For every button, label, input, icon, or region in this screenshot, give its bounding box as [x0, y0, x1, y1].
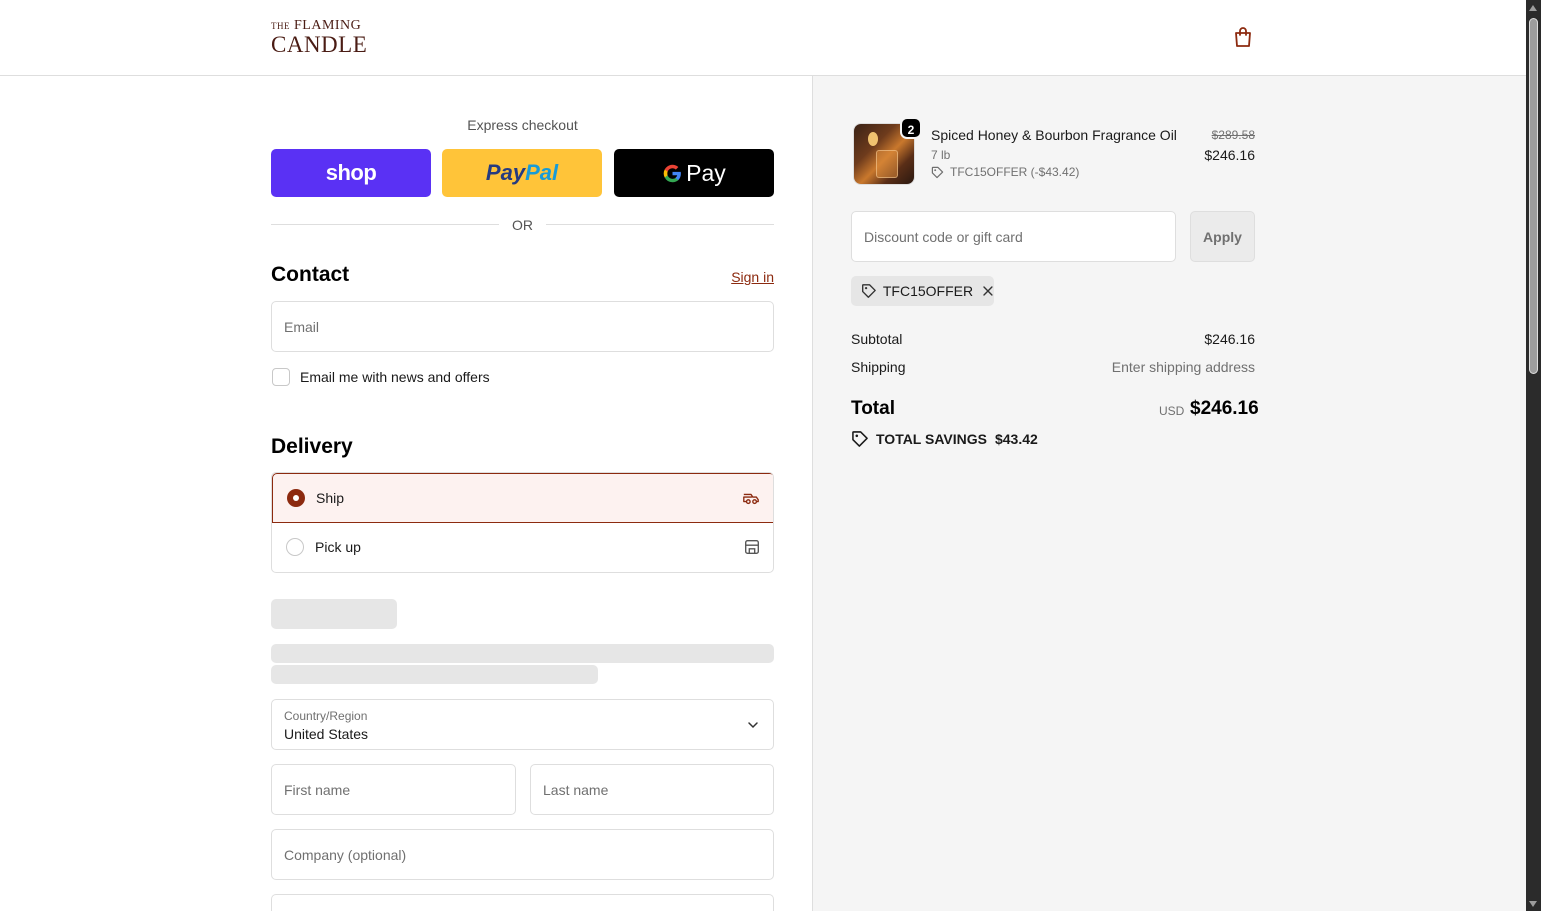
order-summary-panel	[812, 76, 1526, 911]
delivery-method-group: Ship Pick up	[271, 472, 774, 573]
applied-discount-code: TFC15OFFER	[882, 283, 974, 299]
news-offers-label: Email me with news and offers	[300, 369, 490, 385]
subtotal-value: $246.16	[1204, 331, 1255, 347]
truck-icon	[743, 493, 759, 505]
delivery-option-pickup[interactable]: Pick up	[272, 523, 773, 572]
total-value: $246.16	[1190, 398, 1259, 419]
product-variant: 7 lb	[931, 148, 951, 162]
scrollbar-thumb[interactable]	[1529, 18, 1538, 374]
total-savings-label: TOTAL SAVINGS	[876, 431, 987, 447]
pickup-radio[interactable]	[286, 538, 304, 556]
country-region-select[interactable]: Country/Region United States	[271, 699, 774, 750]
sign-in-link[interactable]: Sign in	[700, 269, 774, 285]
product-discount: TFC15OFFER (-$43.42)	[931, 165, 1079, 179]
site-header: THE FLAMING CANDLE	[0, 0, 1526, 76]
brand-logo-top: THE FLAMING	[271, 18, 362, 33]
pickup-label: Pick up	[315, 539, 361, 555]
brand-logo[interactable]: THE FLAMING CANDLE	[271, 18, 368, 57]
paypal-button[interactable]: Pay Pal	[442, 149, 602, 197]
product-price: $246.16	[1204, 147, 1255, 163]
subtotal-label: Subtotal	[851, 331, 903, 347]
loading-skeleton-line	[271, 644, 774, 663]
loading-skeleton-title	[271, 599, 397, 629]
scroll-down-icon[interactable]	[1529, 901, 1537, 907]
apply-discount-button[interactable]: Apply	[1190, 211, 1255, 262]
email-input[interactable]: Email	[271, 301, 774, 352]
shopping-bag-icon[interactable]	[1231, 25, 1255, 49]
shop-pay-button[interactable]: shop	[271, 149, 431, 197]
product-name: Spiced Honey & Bourbon Fragrance Oil	[931, 127, 1177, 143]
page-scrollbar[interactable]	[1526, 0, 1541, 911]
total-savings: TOTAL SAVINGS $43.42	[851, 430, 1038, 448]
google-pay-button[interactable]: Pay	[614, 149, 774, 197]
delivery-heading: Delivery	[271, 435, 353, 458]
contact-heading: Contact	[271, 263, 350, 286]
company-input[interactable]: Company (optional)	[271, 829, 774, 880]
remove-discount-icon[interactable]	[982, 285, 994, 297]
store-icon	[745, 540, 759, 554]
chevron-down-icon	[748, 722, 758, 729]
scroll-up-icon[interactable]	[1529, 5, 1537, 11]
total-currency: USD	[1159, 404, 1185, 418]
first-name-input[interactable]: First name	[271, 764, 516, 815]
or-divider: OR	[271, 216, 774, 234]
tag-icon	[931, 166, 944, 178]
brand-logo-bottom: CANDLE	[271, 32, 368, 57]
news-offers-checkbox[interactable]	[272, 368, 290, 386]
total-savings-amount: $43.42	[994, 431, 1038, 447]
country-region-label: Country/Region	[284, 709, 368, 723]
total-label: Total	[851, 398, 895, 419]
tag-icon	[862, 284, 876, 298]
shipping-label: Shipping	[851, 359, 906, 375]
quantity-badge: 2	[900, 117, 922, 139]
discount-code-input[interactable]: Discount code or gift card	[851, 211, 1176, 262]
product-original-price: $289.58	[1211, 128, 1255, 142]
delivery-option-ship[interactable]: Ship	[272, 473, 773, 523]
shipping-value: Enter shipping address	[1111, 359, 1255, 375]
address-input[interactable]	[271, 894, 774, 911]
loading-skeleton-line-short	[271, 665, 598, 684]
last-name-input[interactable]: Last name	[530, 764, 774, 815]
applied-discount-chip: TFC15OFFER	[851, 276, 994, 306]
ship-radio[interactable]	[287, 489, 305, 507]
google-g-icon	[663, 164, 682, 182]
country-region-value: United States	[284, 726, 369, 742]
tag-icon	[852, 431, 868, 447]
ship-label: Ship	[316, 490, 345, 506]
express-checkout-label: Express checkout	[467, 117, 578, 133]
